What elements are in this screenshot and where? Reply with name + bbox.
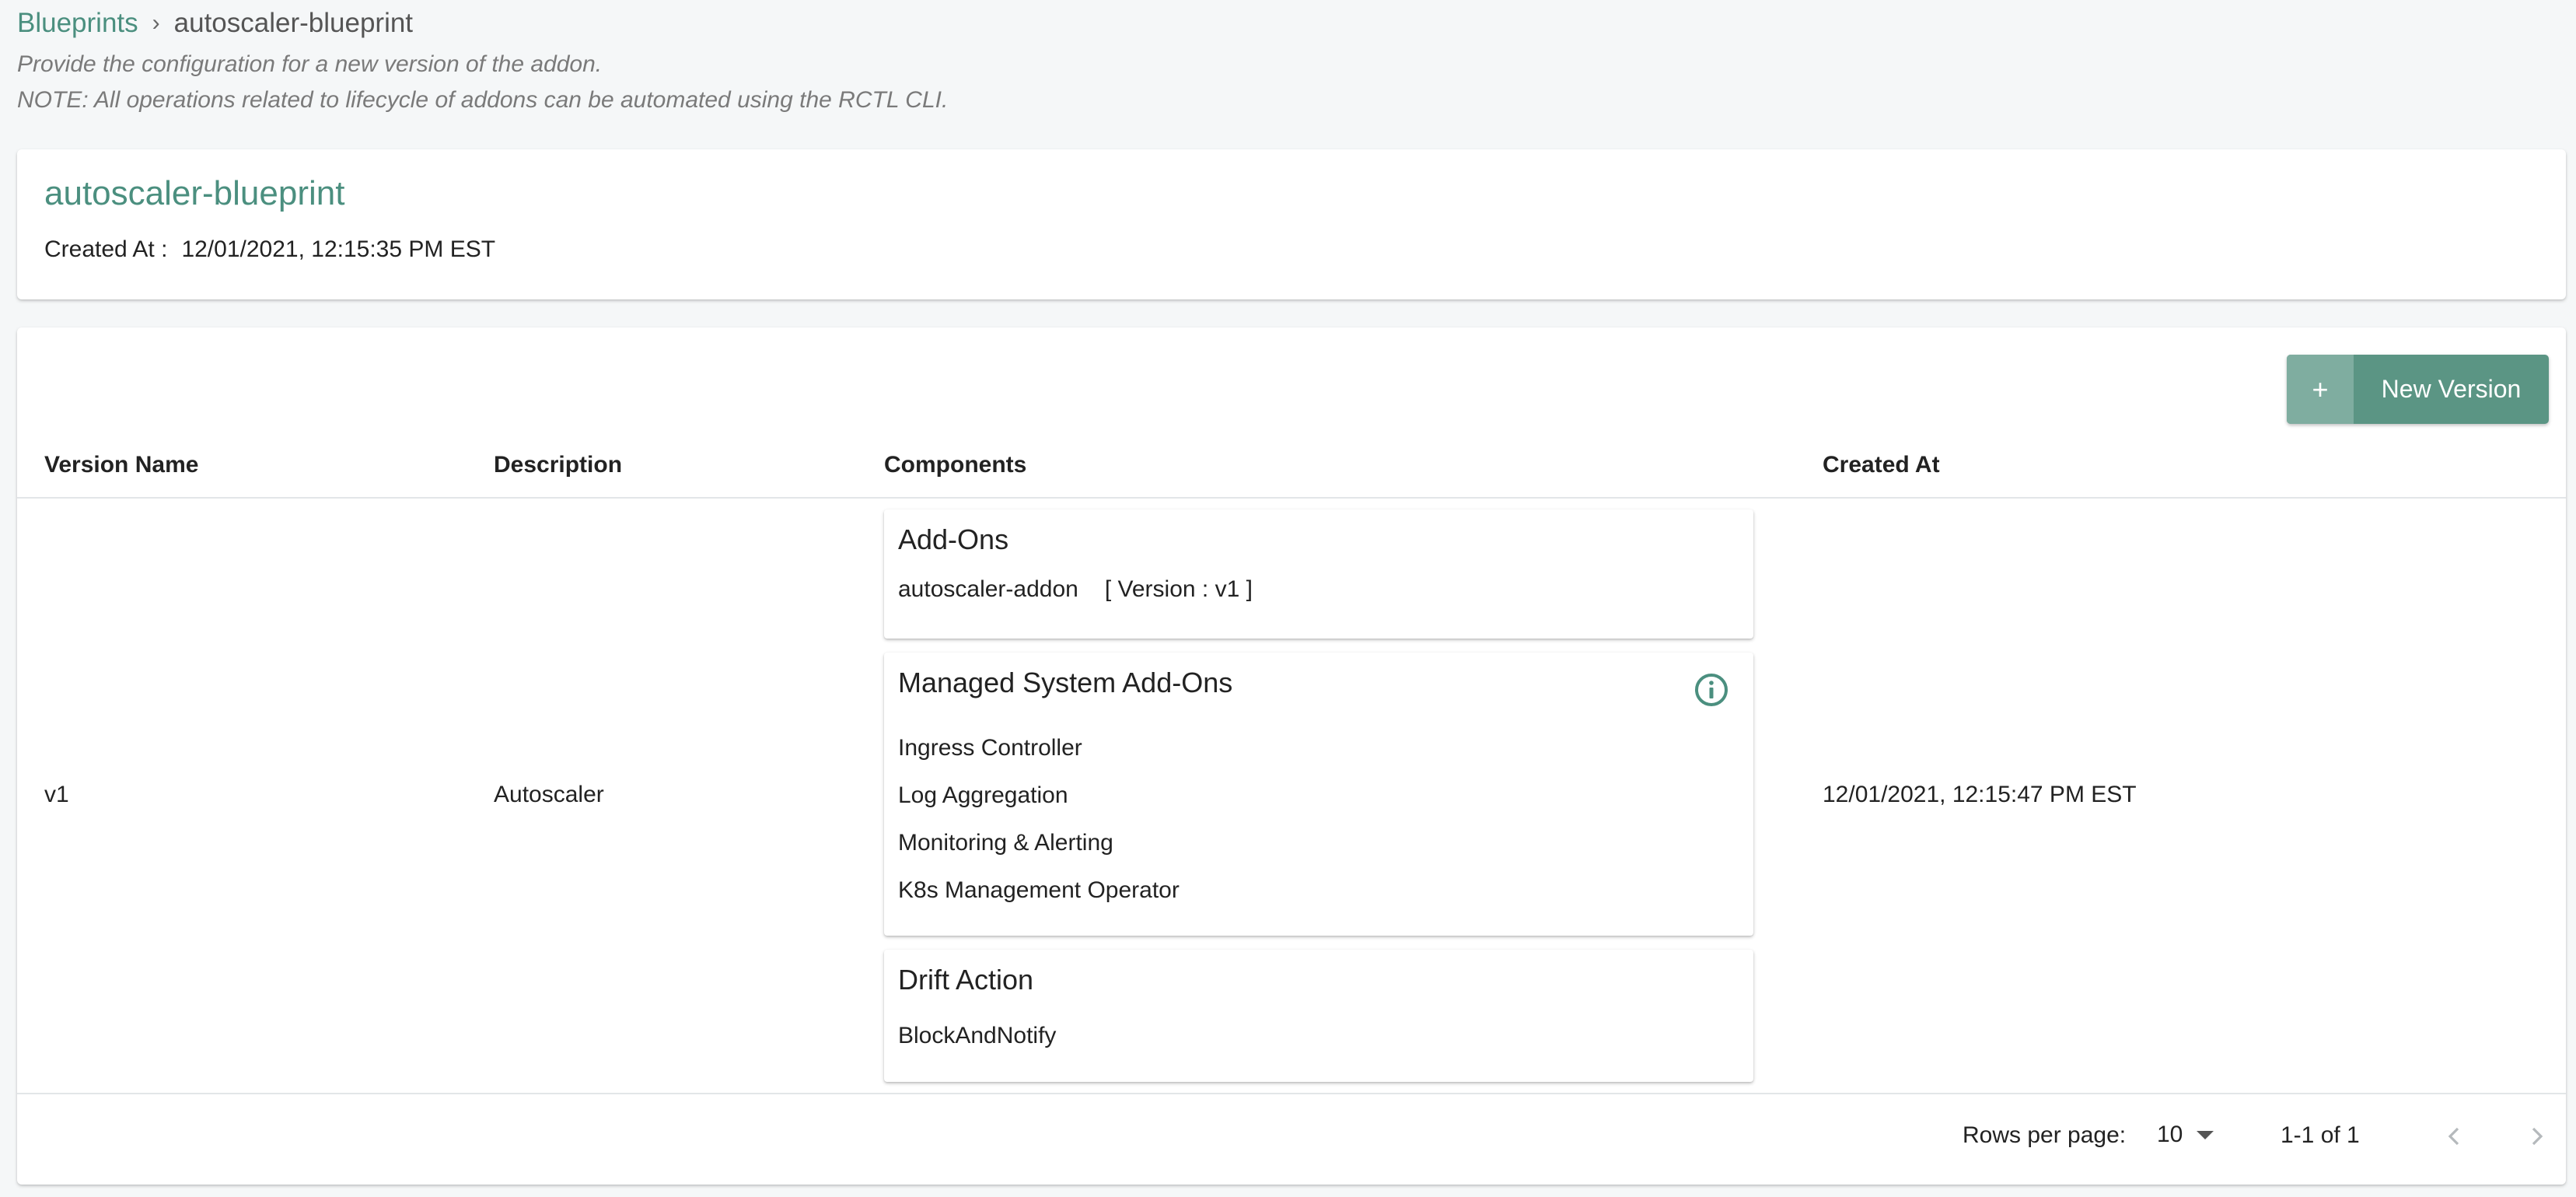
column-header-created-at: Created At [1823,452,1940,478]
drift-action-title: Drift Action [898,964,1034,996]
addons-card: Add-Ons autoscaler-addon [ Version : v1 ] [884,509,1753,639]
versions-table-card: + New Version Version Name Description C… [17,327,2566,1185]
managed-addon-item: Log Aggregation [898,782,1068,808]
rows-per-page-value: 10 [2157,1122,2183,1147]
addon-version: [ Version : v1 ] [1104,576,1253,602]
hint-text: Provide the configuration for a new vers… [17,51,603,77]
column-header-description: Description [494,452,623,478]
breadcrumb-current: autoscaler-blueprint [173,8,414,38]
breadcrumb: Blueprints › autoscaler-blueprint [17,5,413,42]
managed-addons-title: Managed System Add-Ons [898,667,1233,698]
chevron-right-icon [2532,1127,2543,1146]
next-page-button[interactable] [2519,1119,2553,1153]
chevron-left-icon [2448,1127,2459,1146]
cell-version-name: v1 [44,782,69,807]
managed-addon-item: Monitoring & Alerting [898,830,1113,856]
table-header-divider [17,497,2566,499]
pagination-range: 1-1 of 1 [2281,1122,2360,1148]
cell-description: Autoscaler [494,782,604,807]
new-version-button[interactable]: + New Version [2287,355,2549,424]
new-version-label: New Version [2381,375,2522,403]
created-at-value: 12/01/2021, 12:15:35 PM EST [181,236,496,262]
blueprint-header-card: autoscaler-blueprint Created At : 12/01/2… [17,149,2566,299]
info-circle-icon[interactable] [1693,671,1730,709]
cell-created-at: 12/01/2021, 12:15:47 PM EST [1823,782,2137,807]
drift-action-card: Drift Action BlockAndNotify [884,950,1753,1082]
page-title: autoscaler-blueprint [44,174,345,212]
column-header-version-name: Version Name [44,452,199,478]
addon-item: autoscaler-addon [ Version : v1 ] [898,576,1253,603]
created-at-info: Created At : 12/01/2021, 12:15:35 PM EST [44,236,495,263]
addons-title: Add-Ons [898,523,1009,555]
breadcrumb-separator: › [152,10,160,36]
rows-per-page-select[interactable]: 10 [2157,1118,2214,1152]
previous-page-button[interactable] [2438,1119,2472,1153]
rows-per-page-label: Rows per page: [1963,1122,2127,1148]
addon-name: autoscaler-addon [898,576,1078,602]
plus-icon: + [2287,355,2354,424]
note-text: NOTE: All operations related to lifecycl… [17,87,949,113]
column-header-components: Components [884,452,1027,478]
table-footer-divider [17,1093,2566,1094]
caret-down-icon [2197,1130,2214,1139]
created-at-label: Created At : [44,236,168,262]
managed-system-addons-card: Managed System Add-Ons Ingress Controlle… [884,653,1753,936]
managed-addon-item: Ingress Controller [898,735,1082,761]
breadcrumb-blueprints-link[interactable]: Blueprints [17,8,138,39]
managed-addon-item: K8s Management Operator [898,877,1180,903]
drift-action-value: BlockAndNotify [898,1023,1057,1048]
